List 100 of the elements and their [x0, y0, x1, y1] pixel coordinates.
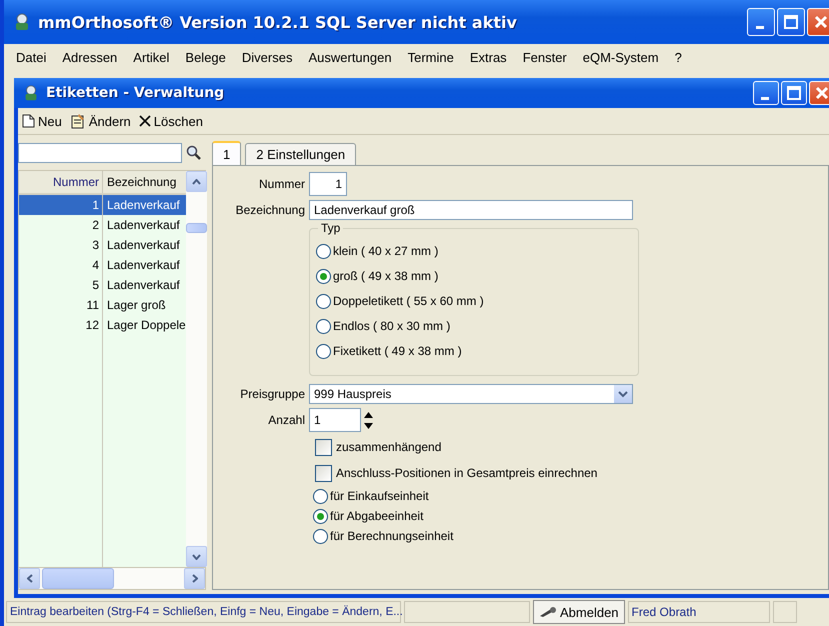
field-label: Nummer	[258, 177, 305, 191]
tab[interactable]: 2 Einstellungen	[245, 143, 356, 165]
table-cell: 3	[19, 235, 103, 255]
table-cell-text: Lager groß	[106, 297, 167, 314]
close-button[interactable]	[807, 8, 829, 36]
radio-button[interactable]	[313, 508, 328, 524]
radio-label[interactable]: groß ( 49 x 38 mm )	[333, 269, 438, 283]
radio-button[interactable]	[316, 244, 331, 258]
tab[interactable]: 1	[212, 141, 242, 165]
table-cell-text: Ladenverkauf	[106, 277, 181, 294]
menu-item[interactable]: Fenster	[514, 50, 575, 64]
field-label: Anzahl	[267, 413, 305, 427]
maximize-button[interactable]	[781, 81, 807, 105]
radio-label[interactable]: Endlos ( 80 x 30 mm )	[333, 319, 450, 333]
list-row[interactable]: 5 Ladenverkauf	[19, 275, 186, 295]
field-label: Bezeichnung	[234, 203, 305, 217]
input-field[interactable]: Ladenverkauf groß	[309, 200, 633, 220]
list-row[interactable]: 12 Lager Doppele	[19, 315, 186, 335]
maximize-button[interactable]	[777, 8, 805, 36]
menu-item[interactable]: Auswertungen	[300, 50, 400, 64]
radio-button[interactable]	[316, 318, 331, 334]
column-header[interactable]: Nummer	[19, 171, 103, 193]
chevron-down-icon	[618, 390, 628, 398]
scroll-down-button[interactable]	[186, 546, 207, 567]
scroll-right-button[interactable]	[184, 568, 205, 589]
toolbar-button[interactable]: Neu	[20, 111, 64, 131]
table-cell: 4	[19, 255, 103, 275]
radio-button[interactable]	[313, 488, 328, 504]
number-field[interactable]: 1	[309, 408, 361, 432]
table-cell: 1	[19, 195, 103, 215]
radio-button[interactable]	[316, 268, 331, 284]
radio-button[interactable]	[316, 294, 331, 308]
chevron-up-icon	[192, 178, 201, 184]
table-cell-text: Ladenverkauf	[106, 217, 181, 234]
maximize-icon	[784, 15, 798, 29]
new-document-icon	[22, 114, 35, 128]
horizontal-scrollbar[interactable]	[18, 568, 206, 590]
dropdown[interactable]: 999 Hauspreis	[309, 384, 633, 404]
list-row[interactable]: 4 Ladenverkauf	[19, 255, 186, 275]
field-label: Preisgruppe	[239, 387, 305, 401]
checkbox-label[interactable]: zusammenhängend	[336, 440, 442, 454]
radio-label[interactable]: Fixetikett ( 49 x 38 mm )	[333, 344, 462, 358]
window-title: mmOrthosoft® Version 10.2.1 SQL Server nicht aktiv	[38, 12, 518, 32]
table-cell: 5	[19, 275, 103, 295]
menu-item[interactable]: Extras	[462, 50, 515, 64]
input-field[interactable]: 1	[309, 172, 347, 196]
radio-label[interactable]: für Einkaufseinheit	[330, 489, 429, 503]
scroll-left-button[interactable]	[19, 568, 40, 589]
menu-item[interactable]: Adressen	[54, 50, 126, 64]
table-cell-text: Lager Doppele	[106, 317, 186, 334]
chevron-down-icon	[192, 554, 201, 560]
close-button[interactable]	[809, 81, 829, 105]
column-header[interactable]: Bezeichnung	[103, 171, 186, 193]
chevron-right-icon	[192, 574, 198, 583]
menu-item[interactable]: ?	[666, 50, 690, 64]
child-window-title: Etiketten - Verwaltung	[46, 85, 226, 101]
radio-label[interactable]: klein ( 40 x 27 mm )	[333, 244, 438, 258]
status-user: Fred Obrath	[628, 601, 770, 623]
scroll-up-button[interactable]	[186, 171, 207, 192]
table-cell-text: Ladenverkauf	[106, 257, 181, 274]
logout-button[interactable]: Abmelden	[533, 600, 625, 624]
scroll-thumb[interactable]	[186, 223, 207, 233]
radio-button[interactable]	[313, 528, 328, 544]
menu-item[interactable]: eQM-System	[574, 50, 667, 64]
toolbar-button[interactable]: Löschen	[136, 111, 205, 131]
radio-label[interactable]: für Abgabeeinheit	[330, 509, 424, 523]
list-row[interactable]: 1 Ladenverkauf	[19, 195, 186, 215]
table-cell-text: Ladenverkauf	[106, 197, 181, 214]
list-row[interactable]: 11 Lager groß	[19, 295, 186, 315]
checkbox-label[interactable]: Anschluss-Positionen in Gesamtpreis einrechnen	[336, 466, 598, 480]
menu-item[interactable]: Termine	[400, 50, 462, 64]
radio-label[interactable]: Doppeletikett ( 55 x 60 mm )	[333, 294, 484, 308]
scroll-thumb[interactable]	[42, 568, 114, 589]
list-row[interactable]: 3 Ladenverkauf	[19, 235, 186, 255]
toolbar-button[interactable]: Ändern	[68, 111, 133, 131]
group-legend: Typ	[318, 221, 344, 235]
menu-item[interactable]: Datei	[8, 50, 54, 64]
search-icon[interactable]	[186, 145, 202, 161]
table-cell: 12	[19, 315, 103, 335]
close-icon	[814, 15, 828, 29]
delete-icon	[138, 115, 151, 127]
minimize-button[interactable]	[753, 81, 779, 105]
edit-document-icon	[70, 113, 86, 129]
radio-label[interactable]: für Berechnungseinheit	[330, 529, 454, 543]
minimize-icon	[756, 26, 764, 28]
list-row[interactable]: 2 Ladenverkauf	[19, 215, 186, 235]
menu-item[interactable]: Artikel	[125, 50, 178, 64]
checkbox[interactable]	[315, 438, 332, 456]
table-cell: 2	[19, 215, 103, 235]
minimize-icon	[760, 96, 768, 100]
table-cell: 11	[19, 295, 103, 315]
checkbox[interactable]	[315, 464, 332, 482]
menu-item[interactable]: Belege	[177, 50, 234, 64]
minimize-button[interactable]	[747, 8, 775, 36]
search-field[interactable]	[18, 143, 182, 163]
menu-item[interactable]: Diverses	[234, 50, 300, 64]
vertical-scrollbar[interactable]	[186, 171, 207, 567]
status-message: Eintrag bearbeiten (Strg-F4 = Schließen, Einfg = Neu, Eingabe = Ändern, E...	[6, 601, 401, 623]
radio-button[interactable]	[316, 344, 331, 358]
maximize-icon	[787, 86, 801, 100]
